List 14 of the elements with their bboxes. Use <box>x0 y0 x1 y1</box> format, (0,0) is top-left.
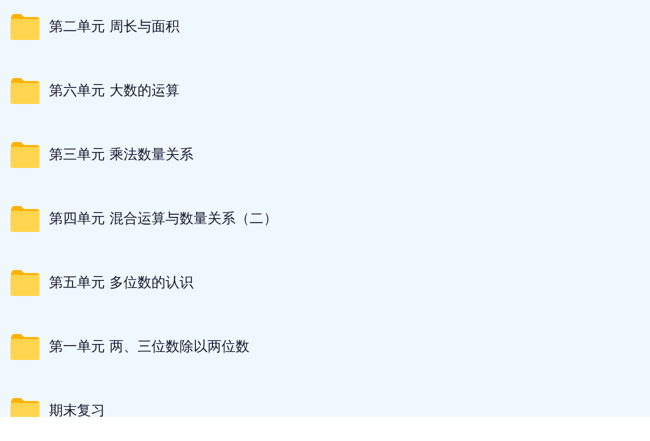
folder-name[interactable]: 第四单元 混合运算与数量关系（二） <box>49 210 278 228</box>
folder-icon[interactable] <box>10 270 40 296</box>
folder-icon[interactable] <box>10 78 40 104</box>
folder-name[interactable]: 第六单元 大数的运算 <box>49 82 180 100</box>
folder-icon[interactable] <box>10 142 40 168</box>
folder-icon[interactable] <box>10 334 40 360</box>
folder-icon[interactable] <box>10 206 40 232</box>
folder-icon[interactable] <box>10 14 40 40</box>
folder-icon[interactable] <box>10 398 40 417</box>
folder-name[interactable]: 第一单元 两、三位数除以两位数 <box>49 338 250 356</box>
folder-name[interactable]: 第二单元 周长与面积 <box>49 18 180 36</box>
folder-name[interactable]: 期末复习 <box>49 402 105 417</box>
folder-name[interactable]: 第五单元 多位数的认识 <box>49 274 194 292</box>
folder-name[interactable]: 第三单元 乘法数量关系 <box>49 146 194 164</box>
